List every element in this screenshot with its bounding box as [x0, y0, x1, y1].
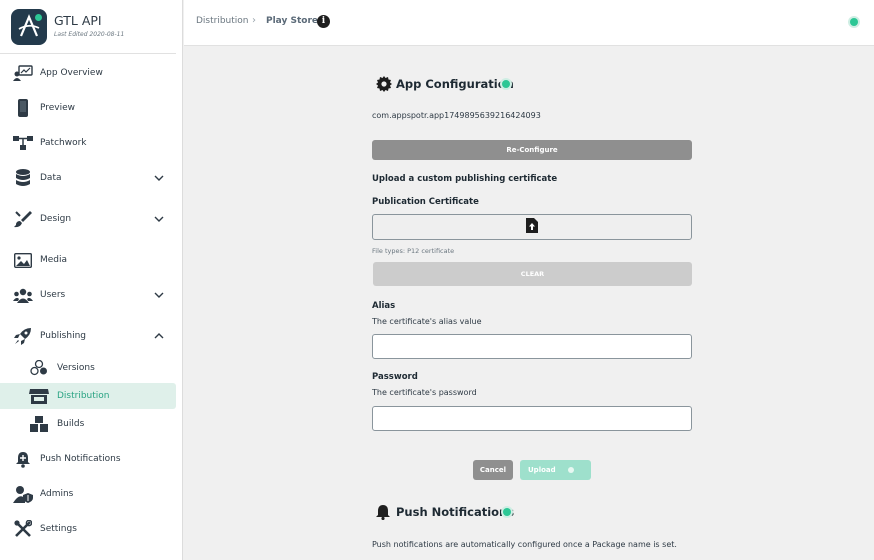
upload-custom-heading: Upload a custom publishing certificate	[372, 174, 558, 184]
sidebar-item-app-overview[interactable]: App Overview	[0, 60, 176, 86]
sidebar-item-label: Users	[40, 290, 66, 300]
file-upload-icon	[526, 218, 538, 236]
password-label: Password	[372, 372, 418, 382]
push-status-dot	[503, 508, 511, 516]
upload-button[interactable]: Upload	[520, 460, 591, 480]
password-input[interactable]	[372, 406, 692, 431]
sidebar-item-label: Publishing	[40, 331, 86, 341]
alias-help: The certificate's alias value	[372, 317, 482, 326]
overview-icon	[12, 63, 34, 83]
users-icon	[12, 285, 34, 305]
clear-button[interactable]: CLEAR	[373, 262, 692, 286]
sidebar-item-media[interactable]: Media	[0, 247, 176, 273]
sidebar-item-design[interactable]: Design	[0, 206, 176, 232]
certificate-upload-field[interactable]	[372, 214, 692, 240]
sidebar-item-label: Patchwork	[40, 138, 87, 148]
config-title: App Configuration	[396, 77, 514, 91]
alias-label: Alias	[372, 301, 396, 311]
status-dot	[850, 18, 858, 26]
upload-button-label: Upload	[528, 466, 556, 474]
admin-icon	[12, 484, 34, 504]
sidebar-item-push-notifications[interactable]: Push Notifications	[0, 446, 176, 472]
app-logo-icon	[18, 14, 40, 37]
chevron-down-icon[interactable]	[152, 171, 166, 185]
password-help: The certificate's password	[372, 388, 477, 397]
sidebar-item-label: Distribution	[57, 391, 110, 401]
sidebar-item-label: Push Notifications	[40, 454, 121, 464]
sidebar-item-versions[interactable]: Versions	[0, 355, 176, 381]
sidebar-item-distribution[interactable]: Distribution	[0, 383, 176, 409]
main-content: App Configuration com.appspotr.app174989…	[184, 46, 874, 560]
chevron-down-icon[interactable]	[152, 288, 166, 302]
brush-icon	[12, 209, 34, 229]
sidebar-item-label: Settings	[40, 524, 77, 534]
sidebar-item-label: Data	[40, 173, 62, 183]
sidebar-item-data[interactable]: Data	[0, 165, 176, 191]
sidebar-item-label: Builds	[57, 419, 85, 429]
info-icon[interactable]: i	[317, 15, 330, 28]
cert-label: Publication Certificate	[372, 197, 479, 207]
push-icon	[12, 449, 34, 469]
breadcrumb-current: Play Store	[266, 16, 318, 26]
top-bar: Distribution › Play Store i	[184, 0, 874, 46]
breadcrumb-separator: ›	[252, 15, 256, 26]
file-types-hint: File types: P12 certificate	[372, 247, 455, 255]
bell-icon	[376, 504, 390, 523]
app-name: GTL API	[54, 13, 102, 28]
alias-input[interactable]	[372, 334, 692, 359]
store-icon	[28, 386, 50, 406]
sidebar-item-label: Admins	[40, 489, 74, 499]
patchwork-icon	[12, 133, 34, 153]
phone-icon	[12, 98, 34, 118]
sidebar-item-label: Media	[40, 255, 68, 265]
sidebar-item-admins[interactable]: Admins	[0, 481, 176, 507]
sidebar-item-patchwork[interactable]: Patchwork	[0, 130, 176, 156]
sidebar-item-users[interactable]: Users	[0, 282, 176, 308]
database-icon	[12, 168, 34, 188]
push-description: Push notifications are automatically con…	[372, 540, 677, 549]
sidebar-item-label: Design	[40, 214, 72, 224]
rocket-icon	[12, 326, 34, 346]
config-status-dot	[502, 80, 510, 88]
package-id: com.appspotr.app1749895639216424093	[372, 111, 541, 120]
tools-icon	[12, 519, 34, 539]
cancel-button[interactable]: Cancel	[473, 460, 513, 480]
chevron-down-icon[interactable]	[152, 212, 166, 226]
image-icon	[12, 250, 34, 270]
breadcrumb-parent[interactable]: Distribution	[196, 16, 249, 26]
app-logo[interactable]	[11, 9, 47, 45]
push-title: Push Notifications	[396, 505, 515, 519]
upload-spinner-dot	[568, 467, 574, 473]
chevron-up-icon[interactable]	[152, 329, 166, 343]
sidebar-item-builds[interactable]: Builds	[0, 411, 176, 437]
app-status-dot	[35, 14, 42, 21]
app-last-edited: Last Edited 2020-08-11	[54, 31, 125, 38]
sidebar-item-preview[interactable]: Preview	[0, 95, 176, 121]
gear-icon	[376, 76, 392, 95]
sidebar-item-publishing[interactable]: Publishing	[0, 323, 176, 349]
sidebar-item-settings[interactable]: Settings	[0, 516, 176, 542]
sidebar-item-label: Versions	[57, 363, 95, 373]
versions-icon	[28, 358, 50, 378]
app-header: GTL API Last Edited 2020-08-11	[0, 0, 176, 54]
reconfigure-button[interactable]: Re-Configure	[372, 140, 692, 160]
sidebar: GTL API Last Edited 2020-08-11 App Overv…	[0, 0, 183, 560]
sidebar-item-label: Preview	[40, 103, 76, 113]
boxes-icon	[28, 414, 50, 434]
sidebar-item-label: App Overview	[40, 68, 103, 78]
